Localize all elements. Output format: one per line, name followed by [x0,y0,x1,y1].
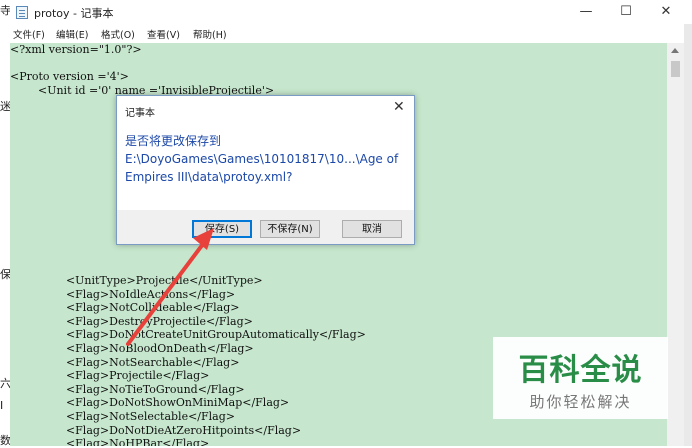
watermark: 百科全说 助你轻松解决 [493,337,668,419]
arrow-head-icon [193,228,214,250]
arrow-shaft [126,238,208,346]
watermark-logo-text: 百科全说 [518,353,643,388]
watermark-slogan: 助你轻松解决 [529,393,632,411]
